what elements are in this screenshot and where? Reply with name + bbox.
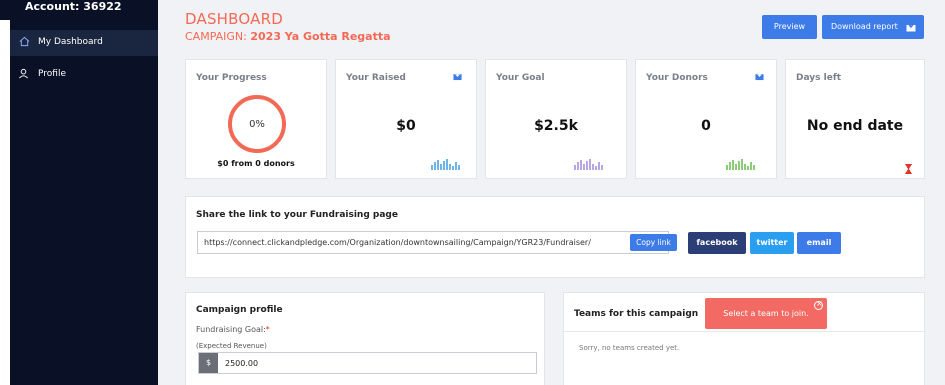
select-team-toast[interactable]: Select a team to join.: [705, 298, 827, 329]
required-mark: *: [265, 325, 270, 334]
home-icon: [19, 36, 30, 47]
sidebar-item-label: My Dashboard: [38, 37, 103, 47]
sidebar-item-my-dashboard[interactable]: My Dashboard: [10, 30, 158, 56]
download-report-label: Download report: [831, 22, 898, 31]
days-left-title: Days left: [796, 73, 842, 83]
share-card: Share the link to your Fundraising page …: [185, 196, 925, 278]
left-edge: [0, 0, 10, 385]
campaign-heading: CAMPAIGN: 2023 Ya Gotta Regatta: [185, 30, 391, 43]
close-icon[interactable]: [814, 299, 823, 310]
share-title: Share the link to your Fundraising page: [196, 210, 398, 220]
preview-button[interactable]: Preview: [762, 15, 817, 39]
days-left-value: No end date: [806, 118, 904, 134]
raised-title: Your Raised: [346, 73, 406, 83]
goal-title: Your Goal: [496, 73, 545, 83]
progress-summary: $0 from 0 donors: [217, 159, 295, 168]
fundraising-goal-label: Fundraising Goal:*: [196, 325, 270, 334]
copy-link-button[interactable]: Copy link: [630, 234, 677, 251]
account-label: Account: 36922: [25, 0, 122, 13]
share-url-field[interactable]: https://connect.clickandpledge.com/Organ…: [197, 231, 677, 254]
twitter-share-button[interactable]: twitter: [750, 232, 794, 254]
download-icon[interactable]: [755, 71, 764, 81]
sparkline-icon: [726, 159, 755, 170]
goal-value: $2.5k: [534, 118, 578, 134]
campaign-prefix: CAMPAIGN:: [185, 30, 247, 43]
goal-card: Your Goal $2.5k: [485, 59, 627, 179]
progress-ring: 0%: [228, 95, 286, 153]
sidebar-item-label: Profile: [38, 69, 66, 79]
expected-revenue-label: (Expected Revenue): [196, 342, 267, 350]
sparkline-icon: [431, 159, 460, 170]
share-url-text: https://connect.clickandpledge.com/Organ…: [204, 238, 591, 247]
email-share-button[interactable]: email: [797, 232, 841, 254]
days-left-card: Days left No end date: [785, 59, 925, 179]
donors-value: 0: [701, 118, 711, 134]
raised-card: Your Raised $0: [335, 59, 477, 179]
fundraising-goal-value[interactable]: 2500.00: [225, 359, 258, 368]
raised-value: $0: [396, 118, 416, 134]
teams-empty-message: Sorry, no teams created yet.: [579, 344, 680, 352]
download-icon[interactable]: [453, 71, 462, 81]
sidebar-item-profile[interactable]: Profile: [10, 65, 158, 85]
hourglass-icon: [905, 164, 912, 174]
account-bar: Account: 36922: [0, 0, 158, 20]
sparkline-icon: [574, 159, 603, 170]
page-title: DASHBOARD: [185, 10, 283, 28]
teams-title: Teams for this campaign: [574, 309, 699, 319]
fundraising-goal-input[interactable]: $ 2500.00: [198, 352, 537, 374]
campaign-profile-title: Campaign profile: [196, 305, 283, 315]
facebook-share-button[interactable]: facebook: [688, 232, 746, 254]
currency-addon: $: [199, 353, 218, 373]
download-report-button[interactable]: Download report: [822, 15, 924, 39]
toast-message: Select a team to join.: [723, 309, 809, 318]
divider: [564, 331, 924, 332]
progress-percent: 0%: [249, 119, 265, 130]
goal-label-text: Fundraising Goal:: [196, 325, 266, 334]
campaign-profile-card: Campaign profile Fundraising Goal:* (Exp…: [185, 292, 545, 385]
download-icon: [906, 22, 916, 32]
progress-title: Your Progress: [196, 73, 267, 83]
donors-card: Your Donors 0: [635, 59, 777, 179]
sidebar: [10, 0, 158, 385]
user-icon: [19, 68, 28, 79]
donors-title: Your Donors: [646, 73, 708, 83]
progress-card: Your Progress 0% $0 from 0 donors: [185, 59, 327, 179]
campaign-name: 2023 Ya Gotta Regatta: [250, 30, 391, 43]
